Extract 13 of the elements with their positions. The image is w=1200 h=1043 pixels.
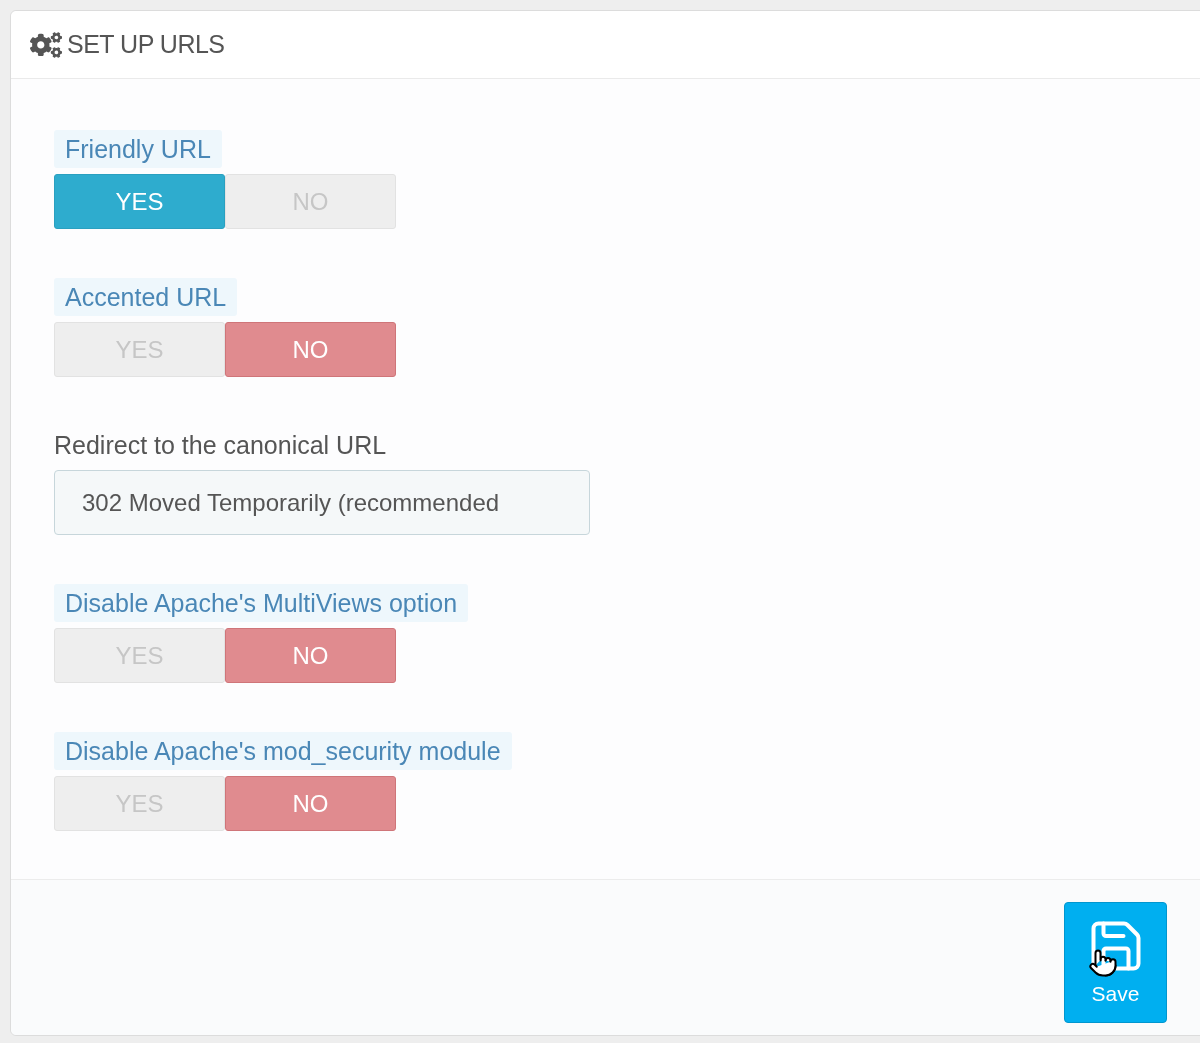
field-label: Accented URL	[54, 278, 238, 316]
gears-icon	[30, 30, 62, 59]
toggle-option[interactable]: YES	[54, 174, 225, 229]
toggle-option[interactable]: NO	[225, 776, 396, 831]
toggle-option[interactable]: NO	[225, 322, 396, 377]
field-label: Disable Apache's MultiViews option	[54, 584, 469, 622]
toggle-option[interactable]: NO	[225, 628, 396, 683]
save-button[interactable]: Save	[1064, 902, 1167, 1023]
panel-title: SET UP URLS	[67, 28, 225, 60]
field-label: Redirect to the canonical URL	[54, 430, 387, 461]
field-label: Friendly URL	[54, 130, 222, 168]
select-field[interactable]: 302 Moved Temporarily (recommended	[54, 470, 590, 535]
field-label: Disable Apache's mod_security module	[54, 732, 512, 770]
